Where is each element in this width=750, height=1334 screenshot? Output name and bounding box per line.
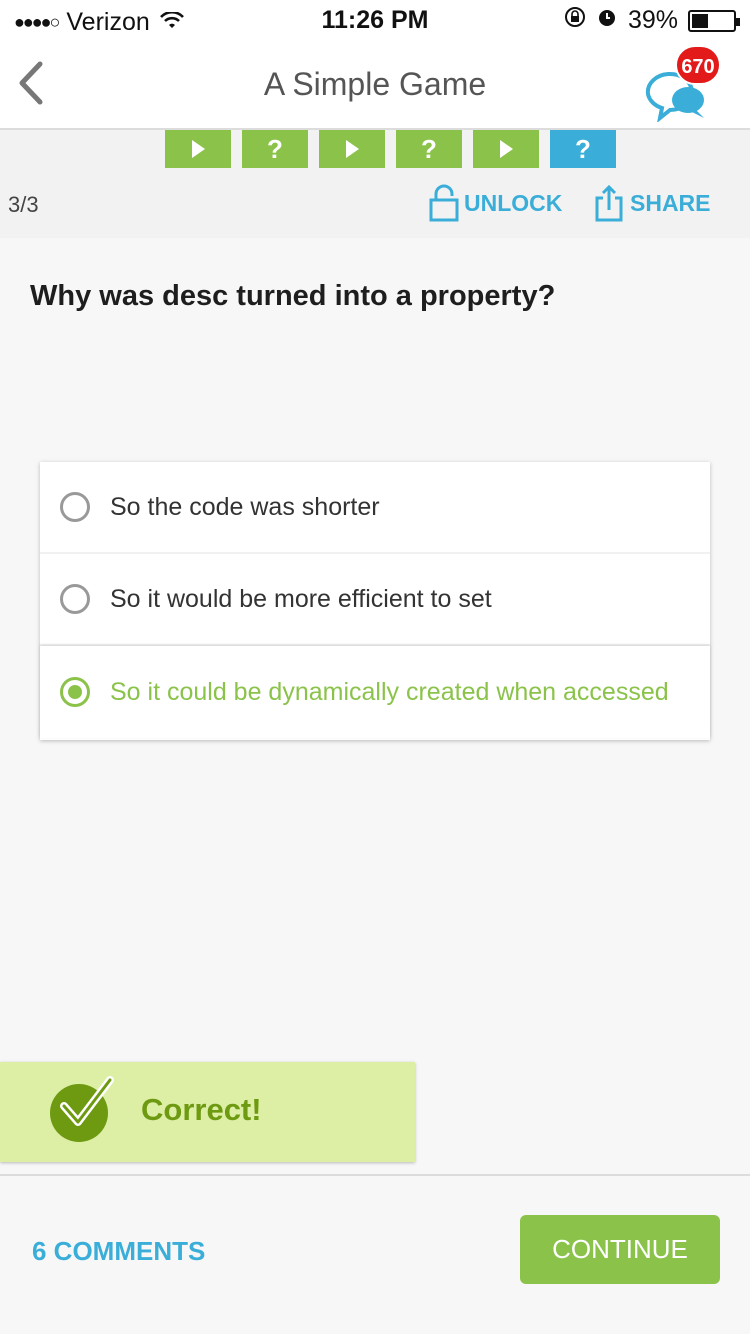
radio-button[interactable] <box>60 584 90 614</box>
step-label: ? <box>421 133 437 164</box>
navbar: A Simple Game 670 <box>0 40 750 130</box>
play-icon <box>191 140 205 158</box>
status-right: 39% <box>564 6 740 35</box>
page-title: A Simple Game <box>263 66 487 102</box>
footer: 6 COMMENTS CONTINUE <box>0 1174 750 1334</box>
orientation-lock-icon <box>564 6 586 35</box>
answer-options: So the code was shorter So it would be m… <box>40 462 710 740</box>
checkmark-icon <box>60 1076 114 1126</box>
unlock-label: UNLOCK <box>464 189 563 216</box>
continue-button[interactable]: CONTINUE <box>520 1215 720 1284</box>
step-label: ? <box>267 133 283 164</box>
answer-label: So it would be more efficient to set <box>110 584 492 613</box>
comments-link[interactable]: 6 COMMENTS <box>32 1236 205 1267</box>
share-label: SHARE <box>630 189 711 216</box>
step-6-quiz-current[interactable]: ? <box>550 130 616 168</box>
lock-icon <box>429 184 459 222</box>
answer-option-2[interactable]: So it would be more efficient to set <box>40 554 710 646</box>
feedback-banner: Correct! <box>0 1062 415 1162</box>
step-1-lesson[interactable] <box>165 130 231 168</box>
step-progress: ? ? ? <box>165 130 616 168</box>
play-icon <box>345 140 359 158</box>
question-text: Why was desc turned into a property? <box>30 280 556 312</box>
answer-option-3[interactable]: So it could be dynamically created when … <box>40 646 710 738</box>
answer-label: So the code was shorter <box>110 492 380 521</box>
step-2-quiz[interactable]: ? <box>242 130 308 168</box>
step-label: ? <box>575 133 591 164</box>
answer-label: So it could be dynamically created when … <box>110 677 669 706</box>
status-bar: ●●●●○ Verizon 11:26 PM 39% <box>0 0 750 40</box>
step-3-lesson[interactable] <box>319 130 385 168</box>
sub-header: ? ? ? 3/3 UNLOCK SHARE <box>0 130 750 238</box>
unlock-button[interactable]: UNLOCK <box>428 184 562 222</box>
share-button[interactable]: SHARE <box>594 184 711 222</box>
step-5-lesson[interactable] <box>473 130 539 168</box>
notification-badge: 670 <box>675 45 721 85</box>
battery-percent: 39% <box>627 6 678 34</box>
play-icon <box>499 140 513 158</box>
alarm-icon <box>596 6 618 35</box>
battery-icon <box>688 9 740 32</box>
radio-button-selected[interactable] <box>60 677 90 707</box>
feedback-text: Correct! <box>141 1092 262 1127</box>
question-counter: 3/3 <box>8 192 39 217</box>
radio-button[interactable] <box>60 492 90 522</box>
share-icon <box>595 184 623 222</box>
battery-fill <box>692 13 708 28</box>
step-4-quiz[interactable]: ? <box>396 130 462 168</box>
answer-option-1[interactable]: So the code was shorter <box>40 462 710 554</box>
